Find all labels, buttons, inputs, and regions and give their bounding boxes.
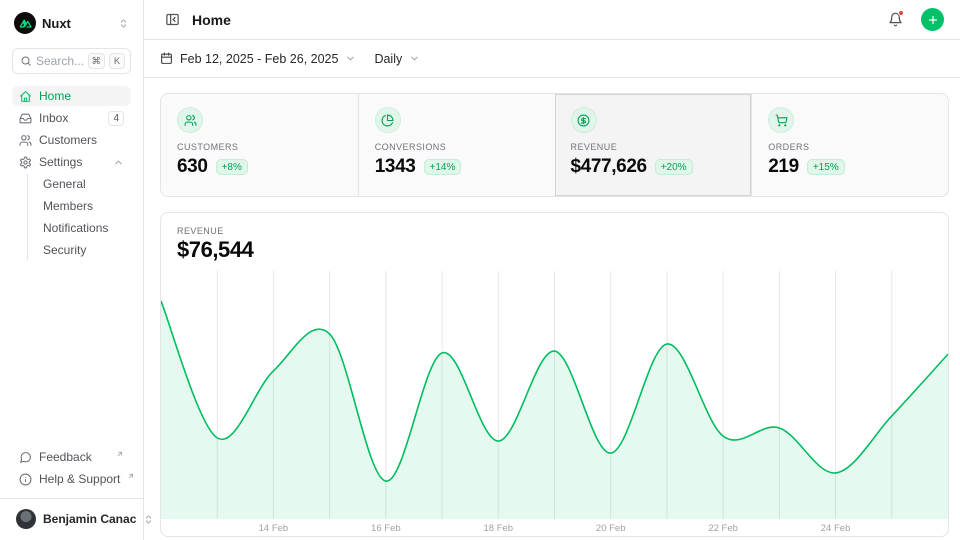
sidebar-item-notifications[interactable]: Notifications xyxy=(39,218,131,238)
add-button[interactable] xyxy=(921,8,944,31)
info-circle-icon xyxy=(19,473,32,486)
search-input[interactable] xyxy=(36,54,84,68)
stat-label: ORDERS xyxy=(768,142,932,152)
arrow-up-right-icon xyxy=(127,472,135,480)
sidebar-item-general[interactable]: General xyxy=(39,174,131,194)
x-axis-label: 14 Feb xyxy=(259,523,289,534)
circle-dollar-icon xyxy=(571,107,597,133)
period-select[interactable]: Daily xyxy=(374,52,420,66)
team-switcher[interactable]: Nuxt xyxy=(12,10,131,36)
home-icon xyxy=(19,90,32,103)
stat-delta-badge: +8% xyxy=(216,159,248,175)
content: CUSTOMERS 630 +8% CONVERSIONS 1343 +14% xyxy=(144,78,960,537)
sidebar-item-label: Inbox xyxy=(39,111,101,125)
users-icon xyxy=(177,107,203,133)
chart-total-value: $76,544 xyxy=(161,236,948,263)
stat-delta-badge: +20% xyxy=(655,159,693,175)
search-icon xyxy=(20,55,32,67)
sidebar-item-label: Customers xyxy=(39,133,124,147)
sidebar-item-label: Help & Support xyxy=(39,472,120,486)
period-label: Daily xyxy=(374,52,402,66)
sidebar-item-feedback[interactable]: Feedback xyxy=(12,447,131,467)
x-axis: 14 Feb 16 Feb 18 Feb 20 Feb 22 Feb 24 Feb xyxy=(161,523,948,537)
revenue-chart-card: REVENUE $76,544 14 Feb 16 Feb 18 Feb 20 Feb… xyxy=(160,212,949,537)
x-axis-label: 16 Feb xyxy=(371,523,401,534)
sidebar-item-customers[interactable]: Customers xyxy=(12,130,131,150)
stat-delta-badge: +15% xyxy=(807,159,845,175)
chevrons-up-down-icon xyxy=(118,18,129,29)
avatar xyxy=(16,509,36,529)
stat-value: 1343 xyxy=(375,156,416,178)
collapse-sidebar-button[interactable] xyxy=(160,8,184,32)
chevron-down-icon xyxy=(345,53,356,64)
sidebar-item-security[interactable]: Security xyxy=(39,240,131,260)
arrow-up-right-icon xyxy=(116,450,124,458)
notification-dot xyxy=(898,10,904,16)
chevron-down-icon xyxy=(409,53,420,64)
user-name: Benjamin Canac xyxy=(43,512,136,526)
page-title: Home xyxy=(192,12,875,28)
search-input-wrap: ⌘ K xyxy=(12,48,131,74)
stat-label: CUSTOMERS xyxy=(177,142,342,152)
stat-value: $477,626 xyxy=(571,156,647,178)
plus-icon xyxy=(927,14,939,26)
stat-card-revenue[interactable]: REVENUE $477,626 +20% xyxy=(555,94,752,196)
main-area: Home Feb 12, 2025 - Feb 26, 2025 Daily xyxy=(144,0,960,540)
sidebar-item-label: Home xyxy=(39,89,124,103)
filter-toolbar: Feb 12, 2025 - Feb 26, 2025 Daily xyxy=(144,40,960,78)
nuxt-logo-icon xyxy=(14,12,36,34)
sidebar-nav: Home Inbox 4 Customers Settings xyxy=(12,86,131,262)
x-axis-label: 18 Feb xyxy=(483,523,513,534)
stat-card-conversions[interactable]: CONVERSIONS 1343 +14% xyxy=(358,94,555,196)
sidebar-item-home[interactable]: Home xyxy=(12,86,131,106)
inbox-count-badge: 4 xyxy=(108,111,124,126)
sidebar-item-help-support[interactable]: Help & Support xyxy=(12,469,131,489)
team-name: Nuxt xyxy=(42,16,112,31)
date-range-label: Feb 12, 2025 - Feb 26, 2025 xyxy=(180,52,338,66)
sidebar-item-settings[interactable]: Settings xyxy=(12,152,131,172)
chart-pie-icon xyxy=(375,107,401,133)
stats-row: CUSTOMERS 630 +8% CONVERSIONS 1343 +14% xyxy=(160,93,949,197)
users-icon xyxy=(19,134,32,147)
x-axis-label: 20 Feb xyxy=(596,523,626,534)
chevron-up-icon xyxy=(113,157,124,168)
cmd-key: ⌘ xyxy=(88,53,106,69)
chart-title: REVENUE xyxy=(161,213,948,236)
sidebar-item-label: Settings xyxy=(39,155,106,169)
stat-label: CONVERSIONS xyxy=(375,142,539,152)
stat-label: REVENUE xyxy=(571,142,736,152)
settings-subnav: General Members Notifications Security xyxy=(27,174,131,260)
panel-left-close-icon xyxy=(165,12,180,27)
stat-value: 219 xyxy=(768,156,799,178)
stat-card-customers[interactable]: CUSTOMERS 630 +8% xyxy=(161,94,358,196)
k-key: K xyxy=(109,53,125,69)
stat-card-orders[interactable]: ORDERS 219 +15% xyxy=(751,94,948,196)
sidebar-item-label: Feedback xyxy=(39,450,109,464)
gear-icon xyxy=(19,156,32,169)
user-menu[interactable]: Benjamin Canac xyxy=(12,506,131,532)
inbox-icon xyxy=(19,112,32,125)
revenue-area-chart xyxy=(161,271,948,519)
sidebar-item-members[interactable]: Members xyxy=(39,196,131,216)
app-window: Nuxt ⌘ K Home Inbo xyxy=(0,0,960,540)
x-axis-label: 24 Feb xyxy=(821,523,851,534)
message-circle-icon xyxy=(19,451,32,464)
sidebar-item-inbox[interactable]: Inbox 4 xyxy=(12,108,131,128)
notifications-button[interactable] xyxy=(883,8,907,32)
top-header: Home xyxy=(144,0,960,40)
sidebar-divider xyxy=(0,498,143,499)
sidebar: Nuxt ⌘ K Home Inbo xyxy=(0,0,144,540)
stat-delta-badge: +14% xyxy=(424,159,462,175)
stat-value: 630 xyxy=(177,156,208,178)
x-axis-label: 22 Feb xyxy=(708,523,738,534)
date-range-picker[interactable]: Feb 12, 2025 - Feb 26, 2025 xyxy=(160,52,356,66)
cart-icon xyxy=(768,107,794,133)
calendar-icon xyxy=(160,52,173,65)
